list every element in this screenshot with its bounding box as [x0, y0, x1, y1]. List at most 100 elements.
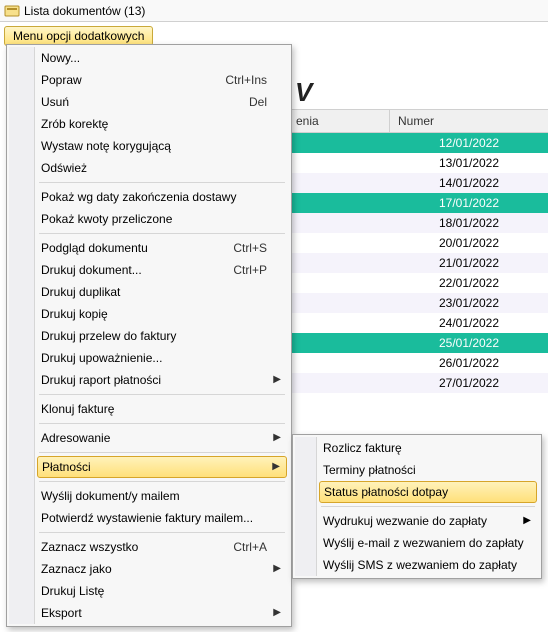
submenu-item[interactable]: Wyślij e-mail z wezwaniem do zapłaty — [295, 532, 539, 554]
menu-item-label: Drukuj Listę — [41, 584, 104, 598]
menu-item-shortcut: Del — [249, 91, 267, 113]
menu-item-label: Drukuj dokument... — [41, 263, 142, 277]
table-row[interactable]: 18/01/2022 — [292, 213, 548, 233]
menu-separator — [39, 452, 285, 453]
table-row[interactable]: 22/01/2022 — [292, 273, 548, 293]
cell-date: 24/01/2022 — [390, 316, 548, 330]
cell-date: 17/01/2022 — [390, 196, 548, 210]
menu-item[interactable]: Zrób korektę — [9, 113, 289, 135]
menu-separator — [39, 233, 285, 234]
submenu-arrow-icon: ▶ — [523, 510, 531, 532]
menu-item[interactable]: Usuń Del — [9, 91, 289, 113]
menu-item[interactable]: Drukuj raport płatności▶ — [9, 369, 289, 391]
menu-item[interactable]: Drukuj dokument... Ctrl+P — [9, 259, 289, 281]
submenu-item-label: Wyślij SMS z wezwaniem do zapłaty — [323, 558, 517, 572]
menu-separator — [39, 394, 285, 395]
submenu-item[interactable]: Status płatności dotpay — [319, 481, 537, 503]
menu-item[interactable]: Odśwież — [9, 157, 289, 179]
table-row[interactable]: 27/01/2022 — [292, 373, 548, 393]
titlebar: Lista dokumentów (13) — [0, 0, 548, 22]
menu-separator — [39, 532, 285, 533]
menu-item[interactable]: Adresowanie▶ — [9, 427, 289, 449]
menu-item-label: Drukuj kopię — [41, 307, 108, 321]
menu-item-label: Eksport — [41, 606, 82, 620]
menu-item-label: Nowy... — [41, 51, 80, 65]
menu-item[interactable]: Drukuj duplikat — [9, 281, 289, 303]
cell-date: 13/01/2022 — [390, 156, 548, 170]
menu-item[interactable]: Eksport▶ — [9, 602, 289, 624]
table-row[interactable]: 24/01/2022 — [292, 313, 548, 333]
submenu-item[interactable]: Terminy płatności — [295, 459, 539, 481]
submenu-arrow-icon: ▶ — [273, 558, 281, 580]
table-row[interactable]: 14/01/2022 — [292, 173, 548, 193]
menu-item[interactable]: Wystaw notę korygującą — [9, 135, 289, 157]
table-row[interactable]: 21/01/2022 — [292, 253, 548, 273]
submenu-item[interactable]: Wyślij SMS z wezwaniem do zapłaty — [295, 554, 539, 576]
submenu-item-label: Status płatności dotpay — [324, 485, 448, 499]
menu-item-label: Pokaż kwoty przeliczone — [41, 212, 172, 226]
menu-item-label: Odśwież — [41, 161, 87, 175]
app-icon — [4, 3, 20, 19]
table-row[interactable]: 12/01/2022 — [292, 133, 548, 153]
cell-date: 26/01/2022 — [390, 356, 548, 370]
table-row[interactable]: 26/01/2022 — [292, 353, 548, 373]
menu-item-label: Zaznacz jako — [41, 562, 112, 576]
submenu-arrow-icon: ▶ — [273, 369, 281, 391]
menu-item[interactable]: Płatności▶ — [37, 456, 287, 478]
cell-date: 22/01/2022 — [390, 276, 548, 290]
menu-item[interactable]: Drukuj upoważnienie... — [9, 347, 289, 369]
menu-item-label: Zrób korektę — [41, 117, 108, 131]
menu-item-label: Popraw — [41, 73, 82, 87]
context-menu: Nowy... Popraw Ctrl+Ins Usuń Del Zrób korektę… — [6, 44, 292, 627]
cell-date: 27/01/2022 — [390, 376, 548, 390]
table-row[interactable]: 13/01/2022 — [292, 153, 548, 173]
table-row[interactable]: 20/01/2022 — [292, 233, 548, 253]
document-grid: 12/01/2022 13/01/2022 14/01/2022 17/01/2022… — [292, 133, 548, 393]
cell-date: 20/01/2022 — [390, 236, 548, 250]
menu-item[interactable]: Pokaż kwoty przeliczone — [9, 208, 289, 230]
menu-item[interactable]: Drukuj Listę — [9, 580, 289, 602]
menu-item[interactable]: Drukuj przelew do faktury — [9, 325, 289, 347]
menu-item-shortcut: Ctrl+P — [233, 259, 267, 281]
column-header-partial[interactable]: enia — [292, 109, 390, 133]
menu-item[interactable]: Zaznacz jako ▶ — [9, 558, 289, 580]
submenu-platnosci: Rozlicz fakturę Terminy płatności Status p… — [292, 434, 542, 579]
menu-item-shortcut: Ctrl+A — [233, 536, 267, 558]
menu-item[interactable]: Drukuj kopię — [9, 303, 289, 325]
cell-date: 14/01/2022 — [390, 176, 548, 190]
menu-separator — [39, 182, 285, 183]
menu-item[interactable]: Popraw Ctrl+Ins — [9, 69, 289, 91]
menu-item[interactable]: Klonuj fakturę — [9, 398, 289, 420]
submenu-arrow-icon: ▶ — [273, 427, 281, 449]
menu-separator — [39, 481, 285, 482]
menu-item-label: Płatności — [42, 460, 91, 474]
menu-item-label: Usuń — [41, 95, 69, 109]
submenu-item-label: Wydrukuj wezwanie do zapłaty — [323, 514, 487, 528]
menu-item[interactable]: Zaznacz wszystko Ctrl+A — [9, 536, 289, 558]
menu-item[interactable]: Potwierdź wystawienie faktury mailem... — [9, 507, 289, 529]
window-title: Lista dokumentów (13) — [24, 4, 145, 18]
menu-options-button[interactable]: Menu opcji dodatkowych — [4, 26, 153, 46]
menu-item-shortcut: Ctrl+S — [233, 237, 267, 259]
menu-item-label: Drukuj duplikat — [41, 285, 120, 299]
submenu-item[interactable]: Wydrukuj wezwanie do zapłaty ▶ — [295, 510, 539, 532]
menu-item[interactable]: Podgląd dokumentu Ctrl+S — [9, 237, 289, 259]
menu-item[interactable]: Pokaż wg daty zakończenia dostawy — [9, 186, 289, 208]
menu-item-label: Potwierdź wystawienie faktury mailem... — [41, 511, 253, 525]
menu-item-label: Pokaż wg daty zakończenia dostawy — [41, 190, 236, 204]
submenu-item-label: Terminy płatności — [323, 463, 416, 477]
menu-item-shortcut: Ctrl+Ins — [225, 69, 267, 91]
menu-item-label: Zaznacz wszystko — [41, 540, 138, 554]
cell-date: 23/01/2022 — [390, 296, 548, 310]
table-row[interactable]: 23/01/2022 — [292, 293, 548, 313]
column-header-numer[interactable]: Numer — [390, 109, 548, 133]
table-row[interactable]: 25/01/2022 — [292, 333, 548, 353]
submenu-item[interactable]: Rozlicz fakturę — [295, 437, 539, 459]
menu-item[interactable]: Nowy... — [9, 47, 289, 69]
menu-item-label: Podgląd dokumentu — [41, 241, 148, 255]
submenu-item-label: Wyślij e-mail z wezwaniem do zapłaty — [323, 536, 524, 550]
menu-item[interactable]: Wyślij dokument/y mailem — [9, 485, 289, 507]
cell-date: 18/01/2022 — [390, 216, 548, 230]
menu-item-label: Drukuj upoważnienie... — [41, 351, 162, 365]
table-row[interactable]: 17/01/2022 — [292, 193, 548, 213]
